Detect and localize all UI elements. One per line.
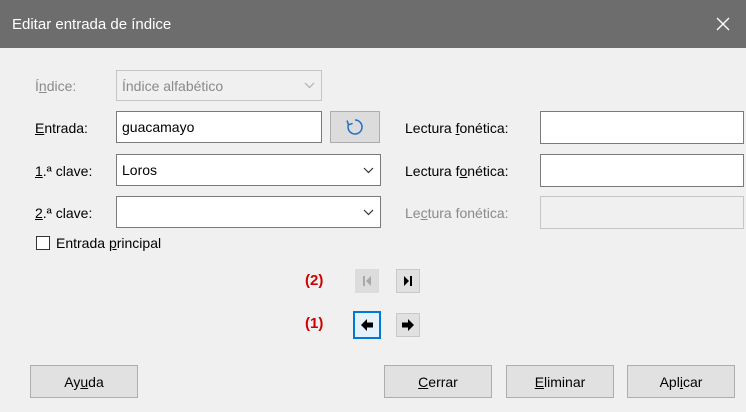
main-entry-label[interactable]: Entrada principal (56, 235, 161, 251)
last-entry-icon (404, 276, 412, 286)
phonetic-reading-1-label: Lectura fonética: (405, 120, 509, 136)
help-button[interactable]: Ay u da (30, 365, 138, 398)
key2-label: 2.ª clave: (35, 205, 93, 221)
chevron-down-icon[interactable] (358, 158, 377, 182)
entry-input[interactable]: guacamayo (116, 111, 322, 143)
arrow-left-icon (361, 319, 373, 331)
apply-button[interactable]: Apl i car (627, 365, 735, 398)
main-entry-checkbox[interactable] (36, 236, 50, 250)
help-button-label: Ay (64, 373, 81, 390)
refresh-icon (346, 119, 363, 135)
first-entry-icon (363, 276, 371, 286)
next-entry-button[interactable] (396, 313, 420, 337)
first-entry-button (355, 269, 379, 293)
delete-button[interactable]: Eliminar (506, 365, 614, 398)
close-button-mnemonic: C (418, 373, 429, 390)
close-button-label-rest: errar (428, 373, 458, 390)
last-entry-button[interactable] (396, 269, 420, 293)
annotation-marker-2: (2) (305, 272, 324, 289)
phonetic-reading-1-input[interactable] (540, 111, 744, 144)
apply-button-label-rest: car (682, 373, 703, 390)
key1-value: Loros (122, 162, 158, 178)
previous-entry-button[interactable] (353, 311, 381, 339)
arrow-right-icon (402, 319, 414, 331)
entry-label: Entrada: (35, 120, 88, 136)
title-bar: Editar entrada de índice (0, 0, 746, 48)
close-button[interactable]: Cerrar (384, 365, 492, 398)
chevron-down-icon (299, 74, 318, 97)
key1-combobox[interactable]: Loros (116, 154, 381, 186)
close-icon[interactable] (700, 0, 746, 48)
help-button-mnemonic: u (80, 373, 89, 390)
phonetic-reading-3-input (540, 196, 744, 229)
entry-input-value: guacamayo (122, 119, 195, 135)
dialog-window: Editar entrada de índice Índice: Índice … (0, 0, 746, 412)
phonetic-reading-3-label: Lectura fonética: (405, 205, 509, 221)
help-button-label-rest: da (88, 373, 104, 390)
refresh-button[interactable] (330, 111, 380, 143)
apply-button-label: Apl (659, 373, 680, 390)
key2-combobox[interactable] (116, 196, 381, 228)
index-label: Índice: (35, 78, 77, 94)
dialog-title: Editar entrada de índice (12, 16, 172, 33)
key1-label: 1.ª clave: (35, 163, 93, 179)
delete-button-mnemonic: E (534, 373, 545, 390)
delete-button-label-rest: liminar (544, 373, 586, 390)
annotation-marker-1: (1) (305, 315, 324, 332)
index-select: Índice alfabético (116, 70, 322, 101)
chevron-down-icon[interactable] (358, 200, 377, 224)
index-select-value: Índice alfabético (122, 77, 224, 94)
phonetic-reading-2-input[interactable] (540, 154, 744, 187)
phonetic-reading-2-label: Lectura fonética: (405, 163, 509, 179)
